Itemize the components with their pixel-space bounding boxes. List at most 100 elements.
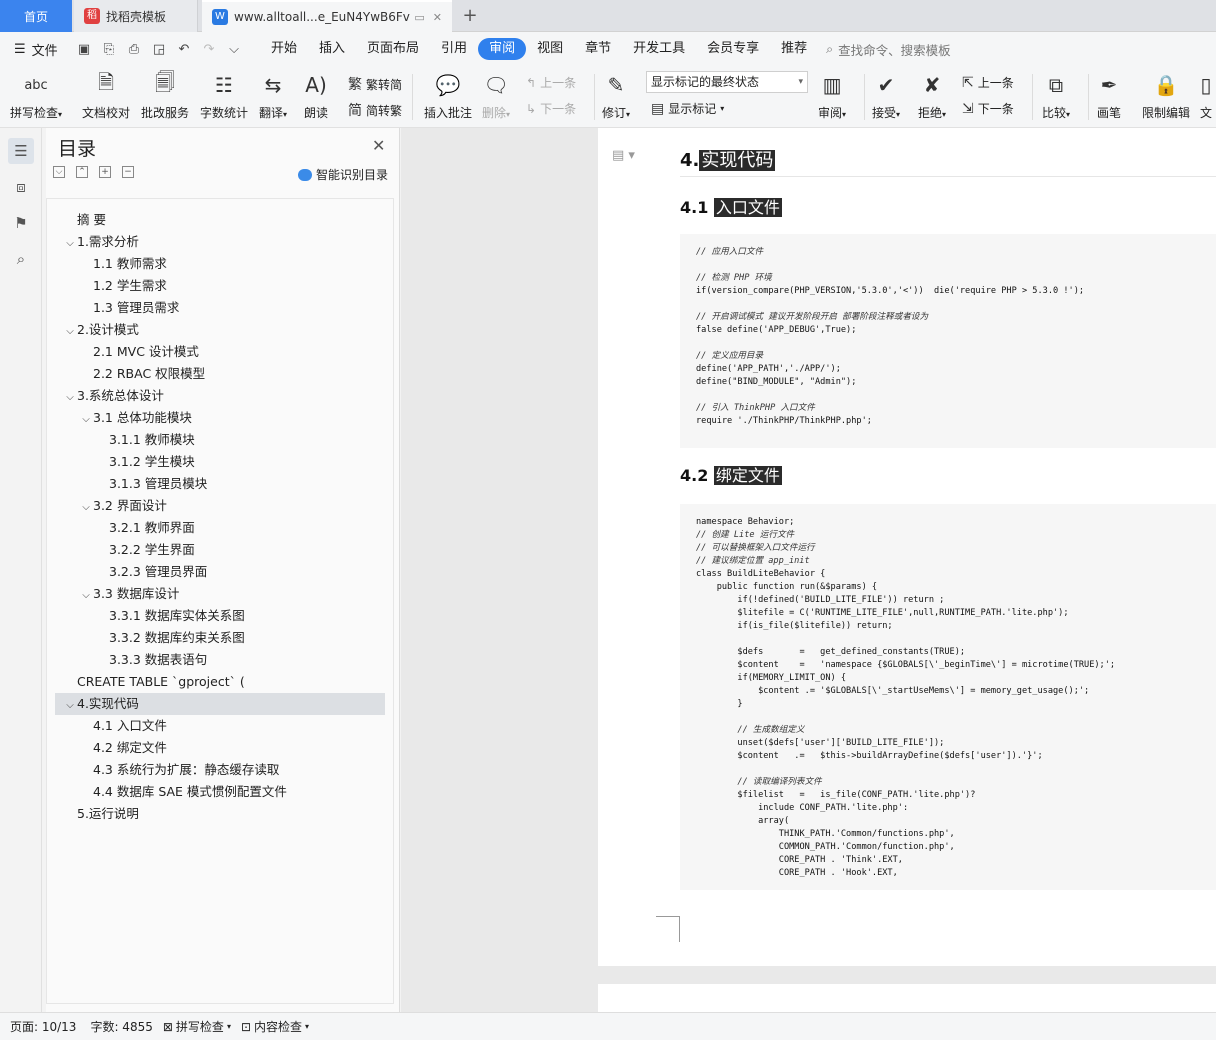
chevron-down-icon[interactable]: ⌵: [63, 387, 77, 409]
window-icon[interactable]: ▭: [414, 11, 424, 24]
review-pane-button[interactable]: ▥ 审阅▾: [818, 70, 846, 121]
toc-item[interactable]: 3.1.3 管理员模块: [55, 473, 385, 495]
print-icon[interactable]: ⎙: [126, 42, 142, 57]
toc-item[interactable]: 1.3 管理员需求: [55, 297, 385, 319]
toc-item[interactable]: 4.1 入口文件: [55, 715, 385, 737]
toc-item[interactable]: 1.2 学生需求: [55, 275, 385, 297]
toc-item[interactable]: ⌵ 3.2 界面设计: [55, 495, 385, 517]
track-changes-button[interactable]: ✎ 修订▾: [602, 70, 630, 121]
accept-button[interactable]: ✔ 接受▾: [872, 70, 900, 121]
document-page[interactable]: ▤ ▾ 4. 实现代码 4.1 入口文件 // 应用入口文件 // 检测 PHP 环…: [598, 128, 1216, 966]
undo-icon[interactable]: ↶: [176, 42, 192, 57]
toc-item[interactable]: 3.3.2 数据库约束关系图: [55, 627, 385, 649]
insert-comment-button[interactable]: 💬 插入批注: [424, 70, 472, 121]
toc-item[interactable]: 3.2.2 学生界面: [55, 539, 385, 561]
toc-item[interactable]: ⌵ 3.1 总体功能模块: [55, 407, 385, 429]
toc-item[interactable]: 4.4 数据库 SAE 模式惯例配置文件: [55, 781, 385, 803]
tab-template[interactable]: 稻 找稻壳模板: [74, 0, 198, 32]
delete-comment-button[interactable]: 🗨 删除▾: [482, 70, 510, 121]
toc-nav-icon[interactable]: ☰: [8, 138, 34, 164]
toc-item[interactable]: ⌵ 2.设计模式: [55, 319, 385, 341]
print-preview-icon[interactable]: ◲: [151, 42, 167, 57]
to-simplified-button[interactable]: 简简转繁: [348, 100, 402, 120]
doc-proof-button[interactable]: 🗎 文档校对: [82, 70, 130, 121]
command-search[interactable]: ⌕ 查找命令、搜索模板: [826, 40, 951, 59]
toc-item[interactable]: 3.1.2 学生模块: [55, 451, 385, 473]
menu-tab-recommend[interactable]: 推荐: [770, 38, 818, 60]
spellcheck-button[interactable]: abc 拼写检查▾: [10, 70, 62, 121]
toc-item[interactable]: 3.2.1 教师界面: [55, 517, 385, 539]
toc-item[interactable]: ⌵ 1.需求分析: [55, 231, 385, 253]
toc-item[interactable]: 4.3 系统行为扩展：静态缓存读取: [55, 759, 385, 781]
save-icon[interactable]: ▣: [76, 42, 92, 57]
next-comment-button[interactable]: ↳ 下一条: [526, 100, 576, 117]
close-tab-icon[interactable]: ✕: [433, 11, 442, 24]
menu-tab-layout[interactable]: 页面布局: [356, 38, 430, 60]
tab-document[interactable]: W www.alltoall...e_EuN4YwB6Fv ▭ ✕: [202, 0, 452, 32]
compare-button[interactable]: ⧉ 比较▾: [1042, 70, 1070, 121]
new-tab-button[interactable]: +: [458, 4, 482, 28]
translate-button[interactable]: ⇆ 翻译▾: [259, 70, 287, 121]
toc-item[interactable]: 3.1.1 教师模块: [55, 429, 385, 451]
close-icon[interactable]: ✕: [372, 136, 385, 155]
toc-item[interactable]: 2.1 MVC 设计模式: [55, 341, 385, 363]
menu-tab-references[interactable]: 引用: [430, 38, 478, 60]
toc-item[interactable]: 3.3.1 数据库实体关系图: [55, 605, 385, 627]
page-menu-icon[interactable]: ▤ ▾: [612, 148, 635, 163]
chevron-down-icon[interactable]: ⌵: [63, 321, 77, 343]
chevron-down-icon[interactable]: ⌵: [63, 695, 77, 717]
chevron-down-icon[interactable]: ⌵: [79, 409, 93, 431]
menu-tab-section[interactable]: 章节: [574, 38, 622, 60]
expand-up-icon[interactable]: ⌃: [76, 166, 88, 178]
toc-item[interactable]: 摘 要: [55, 209, 385, 231]
collapse-all-icon[interactable]: ⌵: [53, 166, 65, 178]
next-change-button[interactable]: ⇲ 下一条: [962, 100, 1014, 117]
show-markup-button[interactable]: ▤ 显示标记 ▾: [651, 100, 724, 117]
smart-toc-button[interactable]: 智能识别目录: [298, 166, 388, 183]
pen-button[interactable]: ✒ 画笔: [1097, 70, 1121, 121]
bookmark-icon[interactable]: ⚑: [8, 210, 34, 236]
page-indicator[interactable]: 页面: 10/13: [10, 1018, 76, 1035]
chevron-down-icon[interactable]: ⌵: [79, 497, 93, 519]
export-icon[interactable]: ⎘: [101, 42, 117, 57]
toc-item[interactable]: ⌵ 4.实现代码: [55, 693, 385, 715]
toc-item[interactable]: CREATE TABLE `gproject` (: [55, 671, 385, 693]
reject-button[interactable]: ✘ 拒绝▾: [918, 70, 946, 121]
toc-item[interactable]: 5.运行说明: [55, 803, 385, 825]
search-nav-icon[interactable]: ⌕: [8, 246, 34, 272]
menu-tab-member[interactable]: 会员专享: [696, 38, 770, 60]
doc-rights-button[interactable]: ▯ 文: [1200, 70, 1212, 121]
toc-item[interactable]: ⌵ 3.系统总体设计: [55, 385, 385, 407]
toc-item[interactable]: 1.1 教师需求: [55, 253, 385, 275]
chevron-down-icon[interactable]: ⌵: [63, 233, 77, 255]
word-count-button[interactable]: ☷ 字数统计: [200, 70, 248, 121]
next-page[interactable]: [598, 984, 1216, 1012]
word-count-status[interactable]: 字数: 4855: [90, 1018, 152, 1035]
toc-item[interactable]: ⌵ 3.3 数据库设计: [55, 583, 385, 605]
spellcheck-status[interactable]: ⊠ 拼写检查 ▾: [163, 1018, 231, 1035]
batch-service-button[interactable]: 🗐 批改服务: [141, 70, 189, 121]
menu-tab-review[interactable]: 审阅: [478, 38, 527, 60]
file-menu[interactable]: ☰ 文件: [0, 40, 70, 59]
redo-icon[interactable]: ↷: [201, 42, 217, 57]
content-check-status[interactable]: ⊡ 内容检查 ▾: [241, 1018, 309, 1035]
prev-comment-button[interactable]: ↰ 上一条: [526, 74, 576, 91]
restrict-edit-button[interactable]: 🔒 限制编辑: [1142, 70, 1190, 121]
toc-item[interactable]: 3.3.3 数据表语句: [55, 649, 385, 671]
to-traditional-button[interactable]: 繁繁转简: [348, 74, 402, 94]
toc-item[interactable]: 4.2 绑定文件: [55, 737, 385, 759]
chevron-down-icon[interactable]: ⌵: [79, 585, 93, 607]
menu-tab-start[interactable]: 开始: [260, 38, 308, 60]
menu-tab-developer[interactable]: 开发工具: [622, 38, 696, 60]
remove-heading-icon[interactable]: −: [122, 166, 134, 178]
menu-tab-insert[interactable]: 插入: [308, 38, 356, 60]
chapter-nav-icon[interactable]: ⧈: [8, 174, 34, 200]
add-heading-icon[interactable]: +: [99, 166, 111, 178]
toc-item[interactable]: 3.2.3 管理员界面: [55, 561, 385, 583]
tab-home[interactable]: 首页: [0, 0, 72, 32]
more-icon[interactable]: ⌵: [226, 42, 242, 57]
menu-tab-view[interactable]: 视图: [526, 38, 574, 60]
read-aloud-button[interactable]: A) 朗读: [304, 70, 328, 121]
markup-state-select[interactable]: 显示标记的最终状态 ▾: [646, 71, 808, 93]
toc-item[interactable]: 2.2 RBAC 权限模型: [55, 363, 385, 385]
